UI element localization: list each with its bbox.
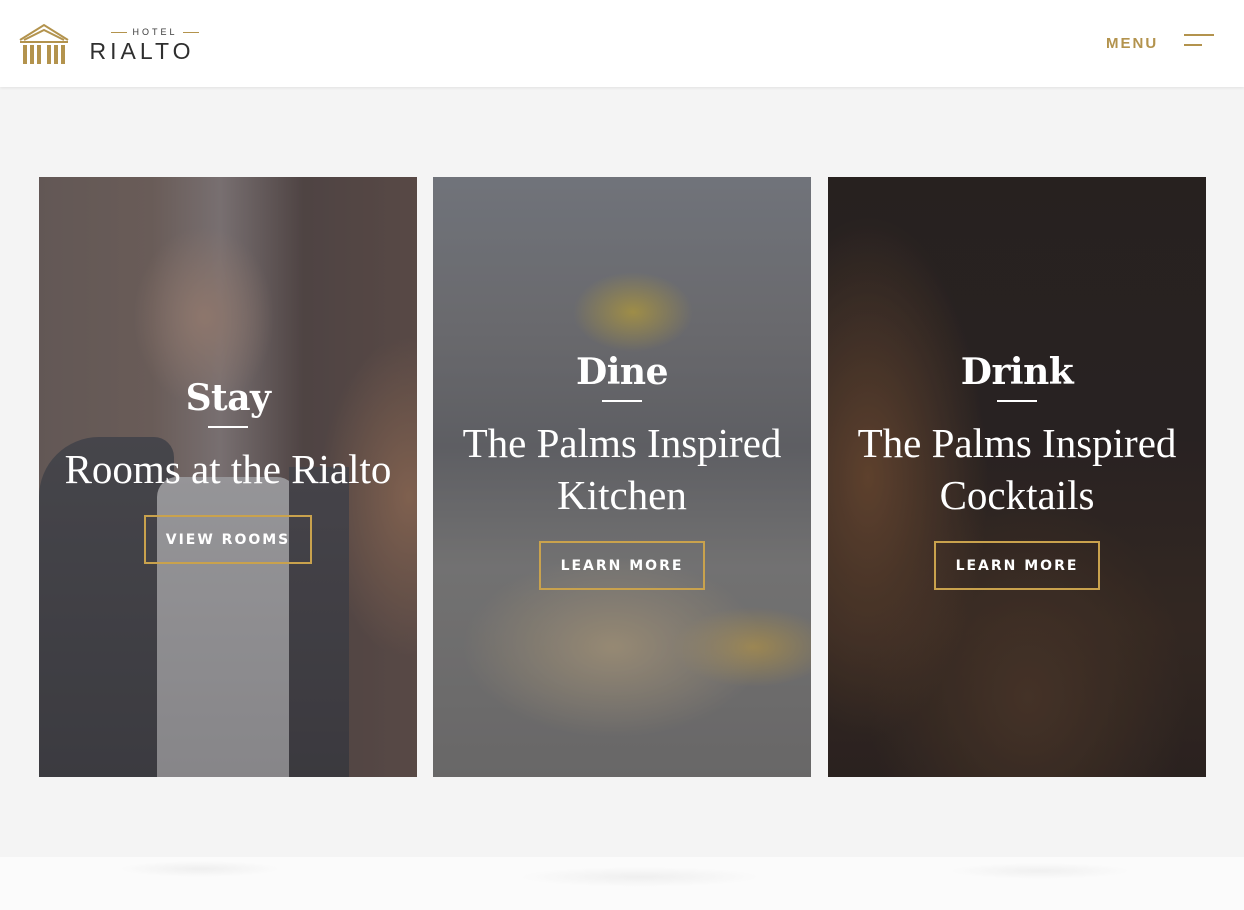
- drink-card-content: Drink The Palms Inspired Cocktails LEARN…: [828, 351, 1206, 590]
- stay-card-content: Stay Rooms at the Rialto VIEW ROOMS: [39, 377, 417, 564]
- menu-button[interactable]: MENU: [1106, 32, 1214, 54]
- hotel-logo[interactable]: HOTEL RIALTO: [17, 22, 202, 66]
- logo-hotel-text: HOTEL: [99, 27, 211, 37]
- dine-learn-more-button[interactable]: LEARN MORE: [538, 540, 706, 590]
- dine-card[interactable]: Dine The Palms Inspired Kitchen LEARN MO…: [433, 177, 811, 777]
- drink-card[interactable]: Drink The Palms Inspired Cocktails LEARN…: [828, 177, 1206, 777]
- next-section-band: [0, 857, 1244, 910]
- dine-card-subtitle: The Palms Inspired Kitchen: [462, 419, 782, 518]
- title-divider: [997, 399, 1037, 402]
- drink-card-title: Drink: [960, 351, 1074, 393]
- view-rooms-button[interactable]: VIEW ROOMS: [143, 514, 313, 564]
- drink-card-subtitle: The Palms Inspired Cocktails: [857, 419, 1177, 518]
- title-divider: [208, 425, 248, 428]
- menu-label: MENU: [1106, 35, 1159, 52]
- hamburger-menu-icon: [1184, 34, 1214, 48]
- title-divider: [602, 399, 642, 402]
- logo-rialto-text: RIALTO: [89, 38, 195, 64]
- site-header: HOTEL RIALTO MENU: [0, 0, 1244, 87]
- dine-card-title: Dine: [576, 351, 668, 393]
- stay-card[interactable]: Stay Rooms at the Rialto VIEW ROOMS: [39, 177, 417, 777]
- building-logo-icon: [19, 23, 69, 64]
- drink-learn-more-button[interactable]: LEARN MORE: [933, 540, 1101, 590]
- dine-card-content: Dine The Palms Inspired Kitchen LEARN MO…: [433, 351, 811, 590]
- stay-card-subtitle: Rooms at the Rialto: [64, 445, 392, 492]
- stay-card-title: Stay: [185, 377, 271, 419]
